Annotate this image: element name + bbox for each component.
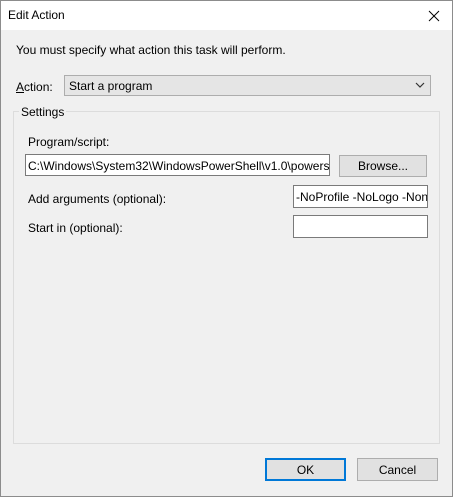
ok-button[interactable]: OK	[265, 458, 346, 481]
cancel-button-label: Cancel	[378, 462, 417, 477]
window-title: Edit Action	[8, 8, 65, 22]
instruction-text: You must specify what action this task w…	[16, 43, 286, 57]
action-label-rest: ction:	[24, 80, 53, 94]
action-label-accelerator: A	[16, 80, 25, 94]
add-arguments-input[interactable]: -NoProfile -NoLogo -NonInteractive	[293, 185, 428, 208]
action-dropdown-value: Start a program	[69, 79, 153, 93]
program-script-value: C:\Windows\System32\WindowsPowerShell\v1…	[28, 159, 330, 173]
close-button[interactable]	[416, 1, 452, 30]
chevron-down-icon	[415, 82, 425, 88]
action-dropdown[interactable]: Start a program	[64, 75, 431, 96]
cancel-button[interactable]: Cancel	[357, 458, 438, 481]
settings-group-title: Settings	[19, 105, 67, 119]
action-label: Action:	[16, 80, 53, 94]
program-script-label: Program/script:	[28, 135, 110, 149]
add-arguments-label: Add arguments (optional):	[28, 192, 167, 206]
start-in-label: Start in (optional):	[28, 221, 123, 235]
ok-button-label: OK	[296, 462, 315, 477]
edit-action-dialog: Edit Action You must specify what action…	[0, 0, 453, 497]
program-script-input[interactable]: C:\Windows\System32\WindowsPowerShell\v1…	[25, 154, 330, 176]
start-in-input[interactable]	[293, 215, 428, 238]
browse-button[interactable]: Browse...	[339, 155, 427, 177]
close-icon	[428, 10, 440, 21]
browse-button-label: Browse...	[357, 159, 408, 173]
add-arguments-value: -NoProfile -NoLogo -NonInteractive	[296, 190, 428, 204]
title-bar: Edit Action	[1, 1, 452, 30]
